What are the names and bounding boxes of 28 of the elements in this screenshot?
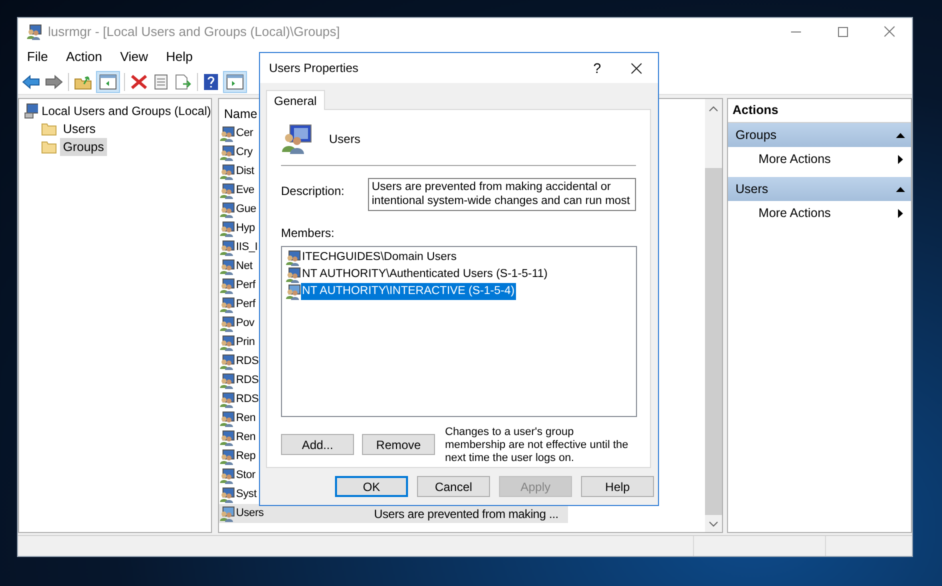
group-name: Users — [329, 131, 360, 148]
group-name: Prin — [236, 335, 255, 350]
members-label: Members: — [281, 225, 336, 242]
group-name: Users — [236, 506, 264, 522]
group-name: Dist — [236, 164, 254, 180]
group-name: RDS — [236, 373, 259, 388]
group-name: Pov — [236, 316, 254, 332]
membership-note: Changes to a user's group membership are not effective until the next time the user logs on. — [445, 426, 630, 465]
group-name: Ren — [236, 411, 256, 426]
group-name: Eve — [236, 183, 254, 198]
group-name: Ren — [236, 430, 256, 446]
group-name: Syst — [236, 487, 257, 502]
description-label: Description: — [281, 183, 346, 200]
group-name: RDS — [236, 354, 259, 370]
group-name: IIS_I — [236, 240, 258, 256]
group-name: RDS — [236, 392, 259, 408]
window-title: lusrmgr - [Local Users and Groups (Local)\Groups] — [48, 22, 340, 41]
group-name: Gue — [236, 202, 256, 218]
group-name: Perf — [236, 278, 256, 294]
group-name: Hyp — [236, 221, 255, 236]
group-name: Cry — [236, 145, 253, 160]
group-name: Cer — [236, 126, 254, 142]
group-description: Users are prevented from making ... — [374, 506, 560, 522]
dialog-title: Users Properties — [269, 60, 358, 77]
group-name: Perf — [236, 297, 256, 312]
group-name: Stor — [236, 468, 256, 484]
group-name: Net — [236, 259, 253, 274]
group-name: Rep — [236, 449, 256, 464]
